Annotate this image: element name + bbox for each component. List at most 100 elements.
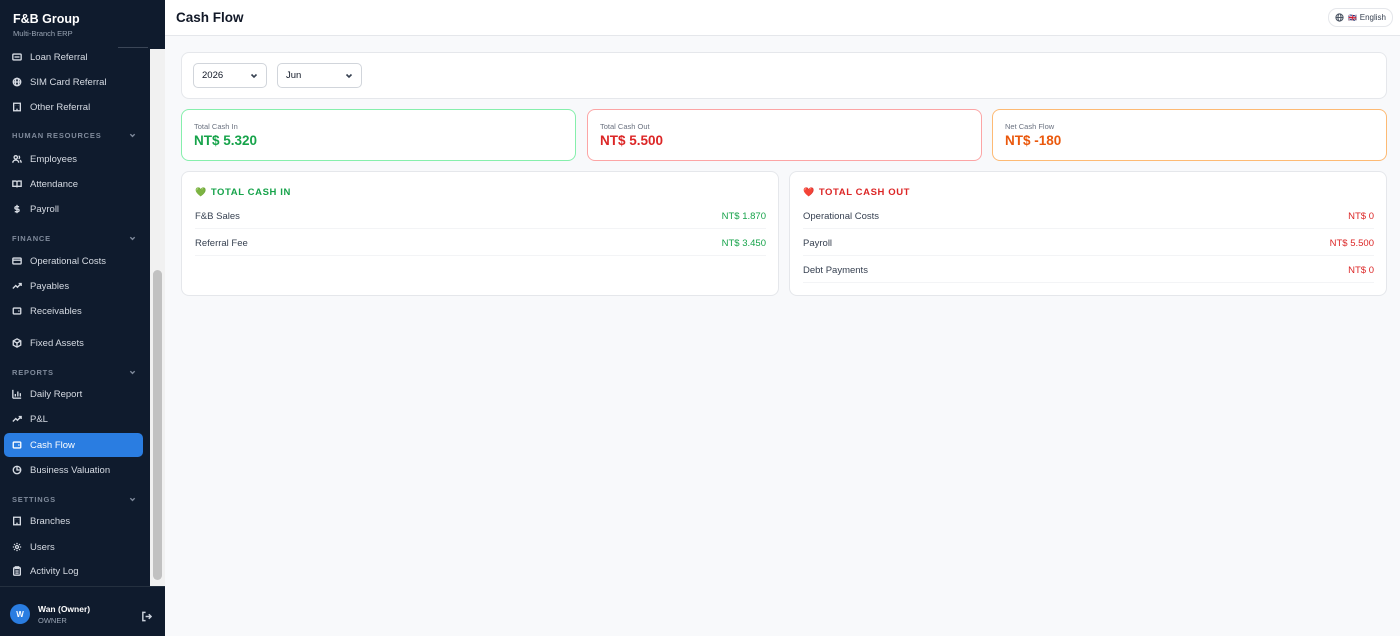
row-label: Debt Payments bbox=[803, 265, 868, 276]
brand-title: F&B Group bbox=[13, 12, 80, 26]
row-label: F&B Sales bbox=[195, 211, 240, 222]
red-heart-icon: ❤️ bbox=[803, 187, 815, 197]
section-reports[interactable]: REPORTS bbox=[12, 368, 136, 377]
sidebar-item-label: Users bbox=[30, 541, 55, 553]
total-cash-out-card: Total Cash Out NT$ 5.500 bbox=[587, 109, 982, 161]
sidebar-item-other-referral[interactable]: Other Referral bbox=[4, 95, 143, 119]
sidebar-item-label: Business Valuation bbox=[30, 464, 111, 476]
sidebar-item-employees[interactable]: Employees bbox=[4, 147, 143, 171]
scrollbar-thumb[interactable] bbox=[153, 270, 162, 580]
sidebar-item-daily-report[interactable]: Daily Report bbox=[4, 382, 143, 406]
logout-icon[interactable] bbox=[141, 609, 153, 622]
sidebar-item-payroll[interactable]: Payroll bbox=[4, 197, 143, 221]
row-amount: NT$ 0 bbox=[1348, 211, 1374, 222]
sidebar-item-label: Branches bbox=[30, 515, 71, 527]
sidebar-item-activity-log[interactable]: Activity Log bbox=[4, 559, 143, 583]
avatar: W bbox=[10, 604, 30, 624]
flag-icon: 🇬🇧 bbox=[1348, 14, 1357, 22]
sidebar-item-operational-costs[interactable]: Operational Costs bbox=[4, 249, 143, 273]
section-label: SETTINGS bbox=[12, 495, 56, 504]
users-icon bbox=[12, 154, 22, 164]
chevron-down-icon bbox=[129, 497, 136, 502]
brand: F&B Group Multi-Branch ERP bbox=[13, 12, 80, 38]
panel-title: ❤️ TOTAL CASH OUT bbox=[803, 187, 910, 198]
sidebar-item-label: Payroll bbox=[30, 203, 60, 215]
card-label: Total Cash Out bbox=[600, 122, 650, 131]
wallet-icon bbox=[12, 440, 22, 450]
section-finance[interactable]: FINANCE bbox=[12, 234, 136, 243]
card-value: NT$ -180 bbox=[1005, 133, 1062, 148]
year-value: 2026 bbox=[202, 70, 224, 81]
wallet-icon bbox=[12, 306, 22, 316]
book-icon bbox=[12, 179, 22, 189]
trend-icon bbox=[12, 414, 22, 424]
chevron-down-icon bbox=[250, 73, 258, 78]
top-bar: Cash Flow 🇬🇧 English bbox=[165, 0, 1400, 36]
chevron-down-icon bbox=[129, 133, 136, 138]
brand-subtitle: Multi-Branch ERP bbox=[13, 29, 73, 38]
bar-chart-icon bbox=[12, 389, 22, 399]
building-icon bbox=[12, 102, 22, 112]
section-settings[interactable]: SETTINGS bbox=[12, 495, 136, 504]
month-select[interactable]: Jun bbox=[277, 63, 362, 88]
sidebar-item-pnl[interactable]: P&L bbox=[4, 407, 143, 431]
filter-bar: 2026 Jun bbox=[181, 52, 1387, 99]
sidebar-item-fixed-assets[interactable]: Fixed Assets bbox=[4, 331, 143, 355]
language-selector[interactable]: 🇬🇧 English bbox=[1328, 8, 1393, 27]
user-role: OWNER bbox=[38, 616, 67, 625]
section-human-resources[interactable]: HUMAN RESOURCES bbox=[12, 131, 136, 140]
sidebar-item-sim-card-referral[interactable]: SIM Card Referral bbox=[4, 70, 143, 94]
card-label: Net Cash Flow bbox=[1005, 122, 1055, 131]
sidebar-item-label: Attendance bbox=[30, 178, 79, 190]
sidebar-item-loan-referral[interactable]: Loan Referral bbox=[4, 49, 143, 69]
sidebar-item-label: Operational Costs bbox=[30, 255, 107, 267]
row-amount: NT$ 0 bbox=[1348, 265, 1374, 276]
card-label: Total Cash In bbox=[194, 122, 238, 131]
list-item: Referral Fee NT$ 3.450 bbox=[195, 232, 766, 256]
row-amount: NT$ 3.450 bbox=[721, 238, 766, 249]
dollar-icon bbox=[12, 204, 22, 214]
chevron-down-icon bbox=[129, 236, 136, 241]
row-label: Referral Fee bbox=[195, 238, 248, 249]
card-value: NT$ 5.320 bbox=[194, 133, 258, 148]
section-label: REPORTS bbox=[12, 368, 54, 377]
sidebar-item-receivables[interactable]: Receivables bbox=[4, 299, 143, 323]
user-panel: W Wan (Owner) OWNER bbox=[0, 586, 165, 636]
sidebar-item-users[interactable]: Users bbox=[4, 535, 143, 559]
card-icon bbox=[12, 256, 22, 266]
cash-in-panel: 💚 TOTAL CASH IN F&B Sales NT$ 1.870 Refe… bbox=[181, 171, 779, 296]
trend-icon bbox=[12, 281, 22, 291]
net-cash-flow-card: Net Cash Flow NT$ -180 bbox=[992, 109, 1387, 161]
month-value: Jun bbox=[286, 70, 302, 81]
card-value: NT$ 5.500 bbox=[600, 133, 664, 148]
row-amount: NT$ 5.500 bbox=[1329, 238, 1374, 249]
box-icon bbox=[12, 338, 22, 348]
clipboard-icon bbox=[12, 566, 22, 576]
sidebar-item-attendance[interactable]: Attendance bbox=[4, 172, 143, 196]
user-name: Wan (Owner) bbox=[38, 604, 91, 614]
list-item: Debt Payments NT$ 0 bbox=[803, 259, 1374, 283]
sidebar-item-label: SIM Card Referral bbox=[30, 76, 107, 88]
sidebar-nav[interactable]: Loan Referral SIM Card Referral Other Re… bbox=[0, 49, 150, 586]
sidebar-item-label: Fixed Assets bbox=[30, 337, 84, 349]
sidebar-item-payables[interactable]: Payables bbox=[4, 274, 143, 298]
page-title: Cash Flow bbox=[176, 10, 244, 25]
sidebar-item-cash-flow[interactable]: Cash Flow bbox=[4, 433, 143, 457]
sidebar-item-label: Activity Log bbox=[30, 565, 79, 577]
cash-out-panel: ❤️ TOTAL CASH OUT Operational Costs NT$ … bbox=[789, 171, 1387, 296]
globe-icon bbox=[12, 77, 22, 87]
row-amount: NT$ 1.870 bbox=[721, 211, 766, 222]
chevron-down-icon bbox=[345, 73, 353, 78]
year-select[interactable]: 2026 bbox=[193, 63, 267, 88]
sidebar-item-business-valuation[interactable]: Business Valuation bbox=[4, 458, 143, 482]
sidebar-item-label: P&L bbox=[30, 413, 48, 425]
section-label: FINANCE bbox=[12, 234, 51, 243]
language-label: English bbox=[1359, 13, 1386, 22]
section-label: HUMAN RESOURCES bbox=[12, 131, 102, 140]
total-cash-in-card: Total Cash In NT$ 5.320 bbox=[181, 109, 576, 161]
sidebar-item-branches[interactable]: Branches bbox=[4, 509, 143, 533]
list-item: Operational Costs NT$ 0 bbox=[803, 205, 1374, 229]
sidebar-item-label: Cash Flow bbox=[30, 439, 75, 451]
panel-title-text: TOTAL CASH IN bbox=[210, 187, 291, 198]
divider bbox=[118, 47, 148, 48]
